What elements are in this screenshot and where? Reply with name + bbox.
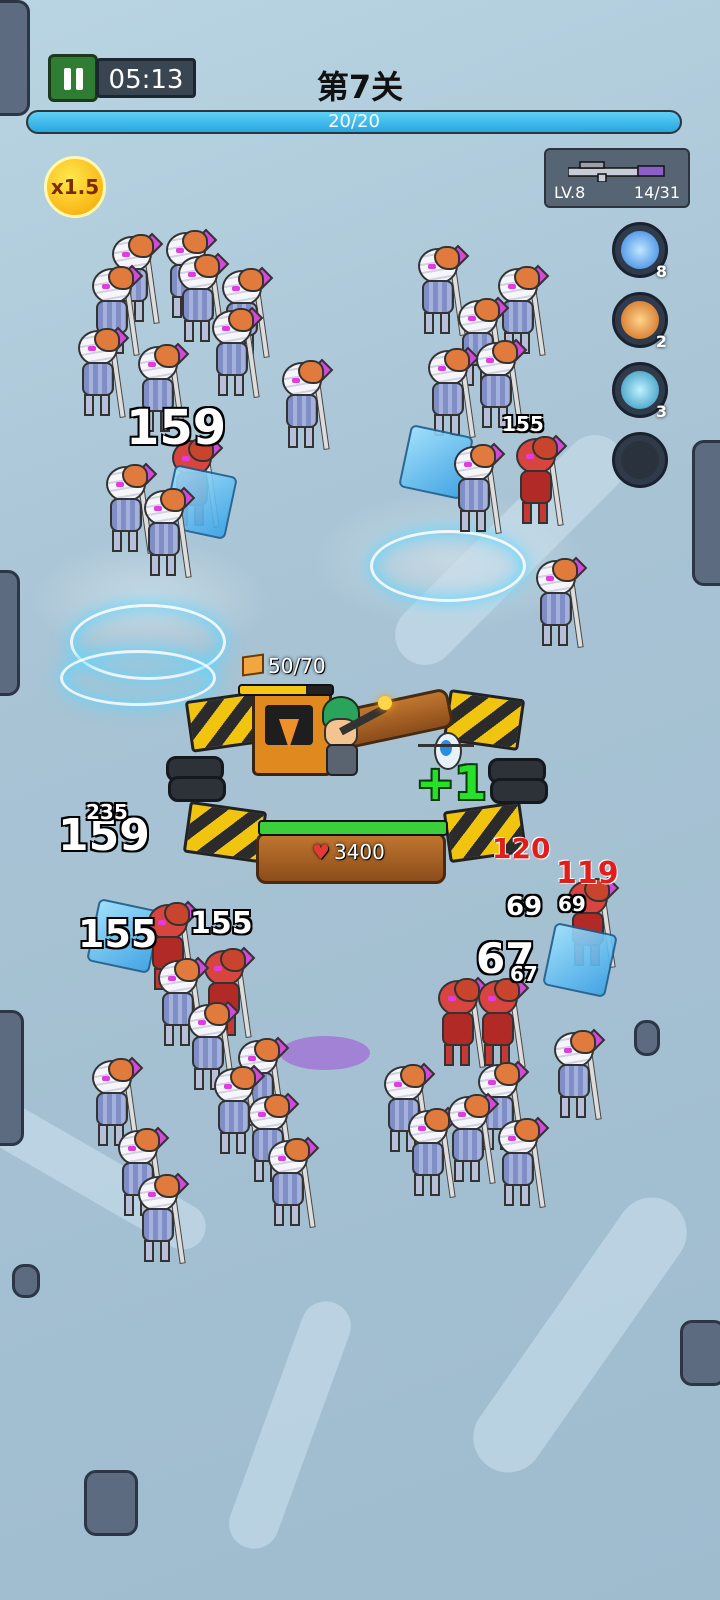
skill-rocket[interactable]: 2: [612, 292, 668, 351]
damage-number: 155: [190, 906, 253, 941]
player-character: [316, 696, 392, 786]
lightning-icon: [621, 231, 659, 269]
assault-rifle-icon: [568, 161, 665, 182]
enemy-zombie-hit: [470, 976, 530, 1069]
resource-bar: [238, 684, 334, 696]
lightning-effect: [60, 650, 216, 706]
resource-value: 50/70: [268, 654, 326, 678]
enemy-zombie: [440, 1092, 500, 1185]
level-title: 第7关: [316, 68, 404, 106]
damage-number: 120: [492, 832, 551, 865]
resource-gain-popup: +1: [416, 756, 487, 810]
damage-number: 159: [126, 400, 227, 456]
damage-number: 67: [510, 962, 538, 986]
rocket-icon: [621, 301, 659, 339]
poison-puddle: [280, 1036, 370, 1070]
muzzle-flash: [378, 696, 392, 710]
damage-number: 235: [86, 800, 128, 824]
rock: [0, 1010, 24, 1146]
base-hp-bar: [258, 820, 448, 836]
enemy-zombie: [528, 556, 588, 649]
skill-lightning[interactable]: 8: [612, 222, 668, 281]
resource-crate-icon: [242, 653, 264, 677]
weapon-panel[interactable]: LV.8 14/31: [544, 148, 690, 208]
body: [326, 744, 358, 776]
weapon-level: LV.8: [554, 183, 586, 202]
enemy-zombie: [130, 1172, 190, 1265]
skill-count: 8: [655, 262, 667, 281]
base-hp-bar-fill: [260, 822, 446, 834]
damage-number: 155: [502, 412, 544, 436]
enemy-zombie: [446, 442, 506, 535]
enemy-zombie: [260, 1136, 320, 1229]
weapon-ammo: 14/31: [633, 183, 680, 202]
wave-progress-bar: 20/20: [26, 110, 682, 134]
heart-icon: ♥: [312, 840, 330, 864]
rock: [692, 440, 720, 586]
damage-number: 69: [506, 892, 543, 922]
skill-count: 3: [655, 402, 667, 421]
wave-progress-text: 20/20: [328, 111, 380, 132]
enemy-zombie: [204, 306, 264, 399]
lightning-effect: [370, 530, 526, 602]
skill-slot-empty[interactable]: [612, 432, 668, 488]
empty-slot-icon: [621, 441, 659, 479]
enemy-zombie: [490, 1116, 550, 1209]
rock: [84, 1470, 138, 1536]
base-hp-value: 3400: [333, 840, 385, 864]
rock: [12, 1264, 40, 1298]
drone-rotor: [418, 744, 474, 747]
resource-counter: 50/70: [242, 653, 326, 678]
missile-icon: [621, 371, 659, 409]
skill-missile[interactable]: 3: [612, 362, 668, 421]
rock: [634, 1020, 660, 1056]
speed-multiplier-button[interactable]: x1.5: [44, 156, 106, 218]
drone-eye: [440, 740, 452, 756]
base-hp: ♥ 3400: [312, 840, 385, 864]
frozen-enemy-ice: [542, 922, 618, 998]
enemy-zombie-hit: [508, 434, 568, 527]
rock: [0, 570, 20, 696]
enemy-zombie: [70, 326, 130, 419]
resource-bar-fill: [240, 686, 306, 694]
hazard-barrier: [182, 800, 268, 864]
enemy-zombie: [136, 486, 196, 579]
enemy-zombie: [546, 1028, 606, 1121]
damage-number: 119: [556, 856, 619, 891]
enemy-zombie: [274, 358, 334, 451]
tire-stack: [168, 776, 226, 802]
damage-number: 69: [558, 892, 586, 916]
skill-count: 2: [655, 332, 667, 351]
rock: [680, 1320, 720, 1386]
damage-number: 155: [78, 912, 158, 956]
tire-stack: [490, 778, 548, 804]
